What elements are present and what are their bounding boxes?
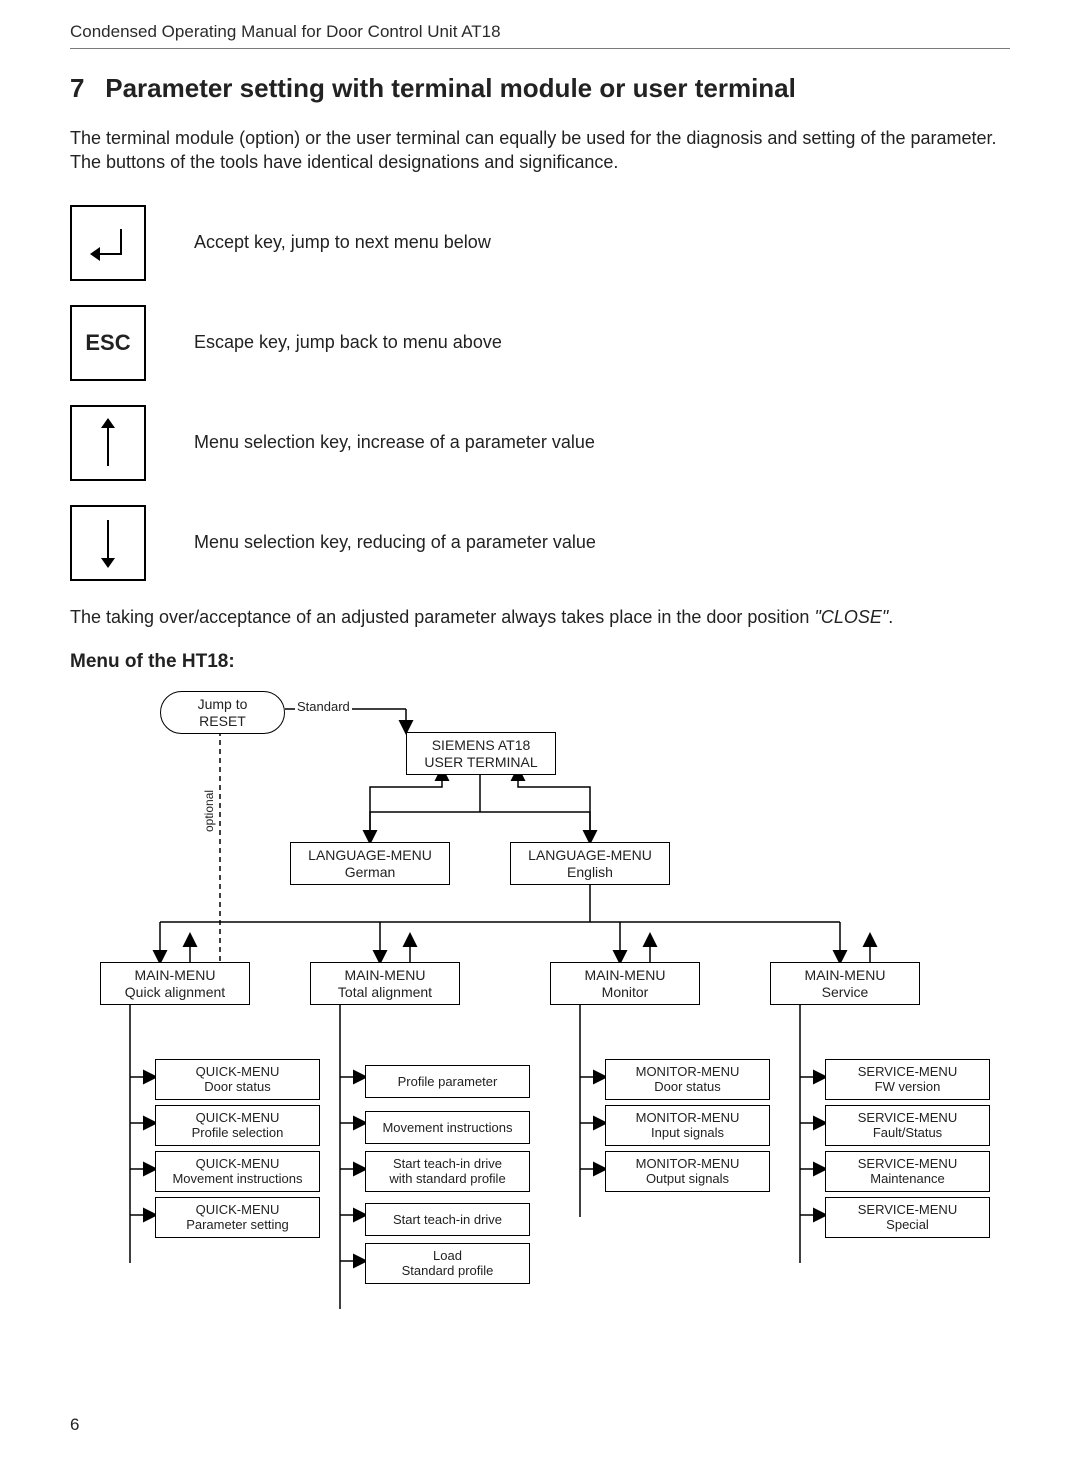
- m2l1: MONITOR-MENU: [636, 1110, 740, 1125]
- section-title: Parameter setting with terminal module o…: [105, 73, 796, 103]
- node-main-total: MAIN-MENU Total alignment: [310, 962, 460, 1006]
- q4l2: Parameter setting: [186, 1217, 289, 1232]
- m2l2: Input signals: [651, 1125, 724, 1140]
- node-q1: QUICK-MENUDoor status: [155, 1059, 320, 1100]
- mq-l1: MAIN-MENU: [135, 967, 216, 983]
- note-emph: "CLOSE": [814, 607, 888, 627]
- reset-l1: Jump to: [198, 696, 248, 712]
- node-m1: MONITOR-MENUDoor status: [605, 1059, 770, 1100]
- node-m2: MONITOR-MENUInput signals: [605, 1105, 770, 1146]
- mm-l1: MAIN-MENU: [585, 967, 666, 983]
- m3l2: Output signals: [646, 1171, 729, 1186]
- m1l2: Door status: [654, 1079, 720, 1094]
- reset-l2: RESET: [199, 713, 246, 729]
- q3l2: Movement instructions: [172, 1171, 302, 1186]
- node-q4: QUICK-MENUParameter setting: [155, 1197, 320, 1238]
- esc-key-icon: ESC: [70, 305, 146, 381]
- root-l1: SIEMENS AT18: [432, 737, 531, 753]
- q1l2: Door status: [204, 1079, 270, 1094]
- node-main-service: MAIN-MENU Service: [770, 962, 920, 1006]
- mq-l2: Quick alignment: [125, 984, 225, 1000]
- q4l1: QUICK-MENU: [196, 1202, 280, 1217]
- enter-key-icon: [70, 205, 146, 281]
- lang-en-l1: LANGUAGE-MENU: [528, 847, 652, 863]
- up-key-icon: [70, 405, 146, 481]
- s1l1: SERVICE-MENU: [858, 1064, 957, 1079]
- down-key-desc: Menu selection key, reducing of a parame…: [194, 532, 596, 553]
- section-number: 7: [70, 73, 98, 104]
- node-lang-de: LANGUAGE-MENU German: [290, 842, 450, 886]
- node-s1: SERVICE-MENUFW version: [825, 1059, 990, 1100]
- section-heading: 7 Parameter setting with terminal module…: [70, 73, 1010, 104]
- node-root: SIEMENS AT18 USER TERMINAL: [406, 732, 556, 776]
- s2l2: Fault/Status: [873, 1125, 942, 1140]
- key-legend: Accept key, jump to next menu below ESC …: [70, 205, 1010, 581]
- node-lang-en: LANGUAGE-MENU English: [510, 842, 670, 886]
- m1l1: MONITOR-MENU: [636, 1064, 740, 1079]
- q1l1: QUICK-MENU: [196, 1064, 280, 1079]
- lang-de-l2: German: [345, 864, 396, 880]
- node-t2: Movement instructions: [365, 1111, 530, 1145]
- up-key-desc: Menu selection key, increase of a parame…: [194, 432, 595, 453]
- arrow-down-icon: [107, 520, 109, 566]
- down-key-icon: [70, 505, 146, 581]
- t3l1: Start teach-in drive: [393, 1156, 502, 1171]
- q2l1: QUICK-MENU: [196, 1110, 280, 1125]
- node-t5: LoadStandard profile: [365, 1243, 530, 1284]
- root-l2: USER TERMINAL: [424, 754, 537, 770]
- s4l1: SERVICE-MENU: [858, 1202, 957, 1217]
- node-s2: SERVICE-MENUFault/Status: [825, 1105, 990, 1146]
- mt-l2: Total alignment: [338, 984, 432, 1000]
- esc-key-desc: Escape key, jump back to menu above: [194, 332, 502, 353]
- ms-l1: MAIN-MENU: [805, 967, 886, 983]
- m3l1: MONITOR-MENU: [636, 1156, 740, 1171]
- node-t1: Profile parameter: [365, 1065, 530, 1099]
- label-standard: Standard: [295, 699, 352, 714]
- node-main-monitor: MAIN-MENU Monitor: [550, 962, 700, 1006]
- t5l1: Load: [433, 1248, 462, 1263]
- node-t4: Start teach-in drive: [365, 1203, 530, 1237]
- t3l2: with standard profile: [389, 1171, 505, 1186]
- t5l2: Standard profile: [402, 1263, 494, 1278]
- running-head: Condensed Operating Manual for Door Cont…: [70, 22, 1010, 49]
- node-s4: SERVICE-MENUSpecial: [825, 1197, 990, 1238]
- s1l2: FW version: [875, 1079, 941, 1094]
- mt-l1: MAIN-MENU: [345, 967, 426, 983]
- note-prefix: The taking over/acceptance of an adjuste…: [70, 607, 814, 627]
- q3l1: QUICK-MENU: [196, 1156, 280, 1171]
- enter-icon: [88, 223, 128, 263]
- menu-diagram: Jump to RESET Standard optional SIEMENS …: [80, 687, 1020, 1337]
- label-optional: optional: [202, 790, 216, 832]
- node-main-quick: MAIN-MENU Quick alignment: [100, 962, 250, 1006]
- menu-heading: Menu of the HT18:: [70, 651, 1010, 673]
- node-reset: Jump to RESET: [160, 691, 285, 735]
- page-number: 6: [70, 1415, 79, 1435]
- node-m3: MONITOR-MENUOutput signals: [605, 1151, 770, 1192]
- note-suffix: .: [888, 607, 893, 627]
- intro-paragraph: The terminal module (option) or the user…: [70, 126, 1010, 175]
- node-s3: SERVICE-MENUMaintenance: [825, 1151, 990, 1192]
- arrow-up-icon: [107, 420, 109, 466]
- node-t3: Start teach-in drivewith standard profil…: [365, 1151, 530, 1192]
- node-q3: QUICK-MENUMovement instructions: [155, 1151, 320, 1192]
- q2l2: Profile selection: [192, 1125, 284, 1140]
- mm-l2: Monitor: [602, 984, 649, 1000]
- lang-de-l1: LANGUAGE-MENU: [308, 847, 432, 863]
- ms-l2: Service: [822, 984, 869, 1000]
- s2l1: SERVICE-MENU: [858, 1110, 957, 1125]
- lang-en-l2: English: [567, 864, 613, 880]
- diagram-wires: [80, 687, 1020, 1337]
- enter-key-desc: Accept key, jump to next menu below: [194, 232, 491, 253]
- s4l2: Special: [886, 1217, 929, 1232]
- node-q2: QUICK-MENUProfile selection: [155, 1105, 320, 1146]
- close-note: The taking over/acceptance of an adjuste…: [70, 605, 1010, 629]
- s3l2: Maintenance: [870, 1171, 944, 1186]
- s3l1: SERVICE-MENU: [858, 1156, 957, 1171]
